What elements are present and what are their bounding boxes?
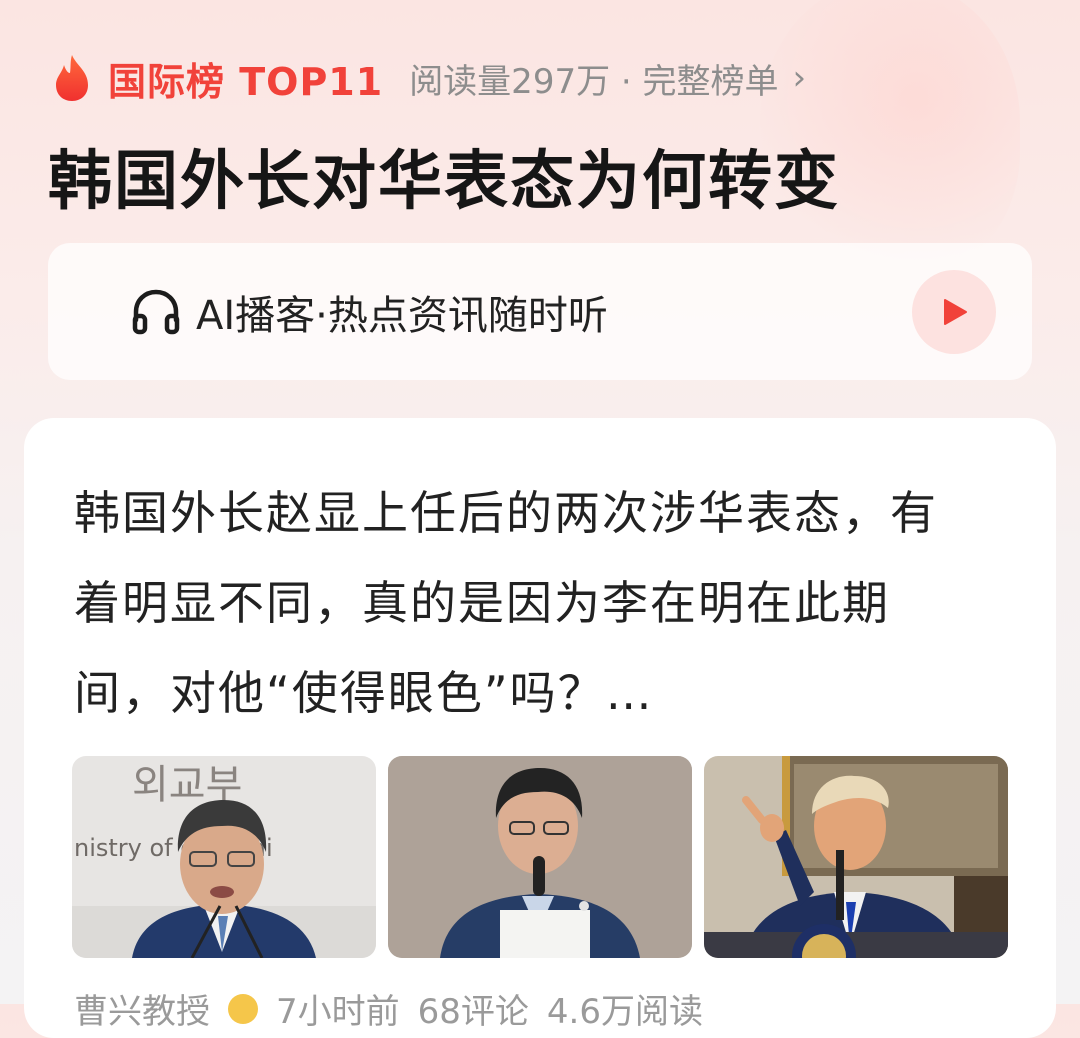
article-card[interactable]: 韩国外长赵显上任后的两次涉华表态，有着明显不同，真的是因为李在明在此期间，对他“… bbox=[24, 418, 1056, 1038]
article-images: 외교부 nistry of gn Affai bbox=[72, 756, 1008, 958]
play-icon bbox=[944, 299, 967, 325]
play-button[interactable] bbox=[912, 270, 996, 354]
article-excerpt[interactable]: 韩国外长赵显上任后的两次涉华表态，有着明显不同，真的是因为李在明在此期间，对他“… bbox=[74, 468, 974, 738]
ranking-header[interactable]: 国际榜 TOP11 阅读量297万 · 完整榜单 › bbox=[52, 50, 806, 106]
verified-badge-icon bbox=[228, 993, 258, 1024]
publish-time: 7小时前 bbox=[276, 992, 400, 1032]
thumbnail-foreign-minister[interactable]: 외교부 nistry of gn Affai bbox=[72, 756, 376, 958]
comment-count[interactable]: 68评论 bbox=[418, 984, 529, 1033]
source-name[interactable]: 曹兴教授 bbox=[74, 984, 210, 1033]
chevron-right-icon: › bbox=[792, 58, 807, 98]
thumbnail-trump-podium[interactable] bbox=[704, 756, 1008, 958]
ranking-meta[interactable]: 阅读量297万 · 完整榜单 bbox=[409, 54, 778, 103]
thumbnail-president-lee[interactable] bbox=[388, 756, 692, 958]
article-meta-row: 曹兴教授 7小时前 68评论 4.6万阅读 bbox=[74, 984, 703, 1033]
ai-podcast-bar[interactable]: AI播客·热点资讯随时听 bbox=[48, 243, 1032, 380]
page-title: 韩国外长对华表态为何转变 bbox=[48, 145, 840, 219]
read-count: 4.6万阅读 bbox=[546, 992, 703, 1032]
ranking-label: 国际榜 TOP11 bbox=[108, 59, 384, 104]
headphones-icon bbox=[132, 289, 180, 334]
flame-icon bbox=[56, 55, 88, 101]
podcast-label: AI播客·热点资讯随时听 bbox=[196, 292, 608, 339]
